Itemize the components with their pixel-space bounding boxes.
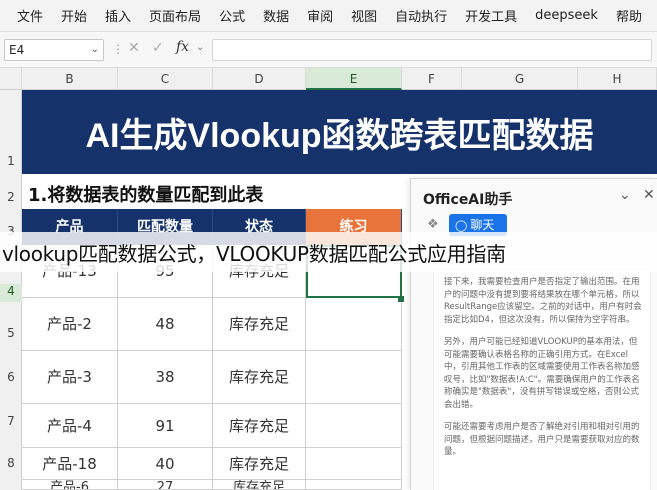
menu-deepseek[interactable]: deepseek <box>526 8 607 23</box>
menu-page-layout[interactable]: 页面布局 <box>140 6 210 25</box>
row-header-4[interactable]: 4 <box>0 284 22 302</box>
table-cell[interactable]: 产品-6 <box>22 480 118 490</box>
row-header-8[interactable]: 8 <box>0 456 22 470</box>
tab-chat-label: 聊天 <box>470 218 495 232</box>
table-cell[interactable]: 产品-2 <box>22 298 118 351</box>
menu-developer[interactable]: 开发工具 <box>456 6 526 25</box>
confirm-check-icon[interactable]: ✓ <box>152 40 164 56</box>
menu-home[interactable]: 开始 <box>52 6 96 25</box>
table-cell[interactable] <box>306 404 402 448</box>
row-header-6[interactable]: 6 <box>0 370 22 384</box>
chevron-down-icon[interactable]: ⌄ <box>619 187 631 203</box>
table-cell[interactable]: 库存充足 <box>213 480 306 490</box>
title-banner[interactable]: AI生成Vlookup函数跨表匹配数据 <box>22 90 657 174</box>
cancel-icon[interactable]: ✕ <box>128 40 140 56</box>
table-cell[interactable]: 库存充足 <box>213 298 306 351</box>
menu-file[interactable]: 文件 <box>8 6 52 25</box>
column-header-b[interactable]: B <box>22 68 118 90</box>
menu-help[interactable]: 帮助 <box>607 6 651 25</box>
column-header: B C D E F G H <box>0 68 657 90</box>
vertical-dots-icon: ⋮ <box>112 42 124 56</box>
row-header: 1 2 3 4 5 6 7 8 <box>0 90 22 490</box>
menu-view[interactable]: 视图 <box>342 6 386 25</box>
table-cell[interactable]: 产品-4 <box>22 404 118 448</box>
caption-text: vlookup匹配数据公式，VLOOKUP数据匹配公式应用指南 <box>2 241 506 266</box>
cube-icon[interactable]: ❖ <box>427 217 439 232</box>
caption-overlay: vlookup匹配数据公式，VLOOKUP数据匹配公式应用指南 <box>0 232 657 272</box>
table-cell[interactable]: 40 <box>118 448 213 480</box>
column-header-f[interactable]: F <box>402 68 462 90</box>
chat-message: 可能还需要考虑用户是否了解绝对引用和相对引用的问题，但根据问题描述，用户只是需要… <box>444 422 640 457</box>
table-cell[interactable] <box>306 448 402 480</box>
column-header-e[interactable]: E <box>306 68 402 90</box>
section-title[interactable]: 1.将数据表的数量匹配到此表 <box>28 181 263 207</box>
fill-handle[interactable] <box>398 296 404 302</box>
chat-message: 另外，用户可能已经知道VLOOKUP的基本用法，但可能需要确认表格名称的正确引用… <box>444 337 640 410</box>
table-cell[interactable]: 27 <box>118 480 213 490</box>
panel-title: OfficeAI助手 <box>423 192 513 208</box>
table-cell[interactable] <box>306 298 402 351</box>
row-header-7[interactable]: 7 <box>0 414 22 428</box>
name-box[interactable]: E4 ⌄ <box>4 39 104 61</box>
menu-automate[interactable]: 自动执行 <box>386 6 456 25</box>
column-header-c[interactable]: C <box>118 68 213 90</box>
select-all-corner[interactable] <box>0 68 22 90</box>
close-icon[interactable]: ✕ <box>643 187 655 203</box>
formula-bar: E4 ⌄ ⋮ ✕ ✓ fx ⌄ <box>0 32 657 68</box>
chat-bubble-icon: ◯ <box>455 219 468 232</box>
menu-bar: 文件 开始 插入 页面布局 公式 数据 审阅 视图 自动执行 开发工具 deep… <box>0 0 657 32</box>
menu-review[interactable]: 审阅 <box>298 6 342 25</box>
table-cell[interactable]: 库存充足 <box>213 448 306 480</box>
chat-message-area[interactable]: 接下来，我需要检查用户是否指定了输出范围。在用户的问题中没有提到要将结果放在哪个… <box>433 269 651 490</box>
banner-title: AI生成Vlookup函数跨表匹配数据 <box>85 116 594 155</box>
menu-data[interactable]: 数据 <box>254 6 298 25</box>
officeai-assistant-panel: OfficeAI助手 ⌄ ✕ ❖ ◯ 聊天 接下来，我需要检查用户是否指定了输出范… <box>410 178 657 490</box>
table-cell[interactable]: 库存充足 <box>213 404 306 448</box>
column-header-g[interactable]: G <box>462 68 578 90</box>
menu-formulas[interactable]: 公式 <box>210 6 254 25</box>
menu-insert[interactable]: 插入 <box>96 6 140 25</box>
column-header-h[interactable]: H <box>578 68 657 90</box>
insert-function-button[interactable]: fx <box>176 39 189 55</box>
formula-input[interactable] <box>212 39 652 61</box>
row-header-1[interactable]: 1 <box>0 154 22 168</box>
table-cell[interactable]: 38 <box>118 351 213 404</box>
table-cell[interactable]: 91 <box>118 404 213 448</box>
row-header-2[interactable]: 2 <box>0 190 22 204</box>
table-cell[interactable] <box>306 480 402 490</box>
table-cell[interactable]: 库存充足 <box>213 351 306 404</box>
chat-message: 接下来，我需要检查用户是否指定了输出范围。在用户的问题中没有提到要将结果放在哪个… <box>444 277 642 325</box>
name-box-value: E4 <box>9 43 25 57</box>
table-cell[interactable] <box>306 351 402 404</box>
chevron-down-icon[interactable]: ⌄ <box>196 42 204 53</box>
table-cell[interactable]: 48 <box>118 298 213 351</box>
column-header-d[interactable]: D <box>213 68 306 90</box>
chevron-down-icon[interactable]: ⌄ <box>91 40 99 60</box>
row-header-5[interactable]: 5 <box>0 326 22 340</box>
table-cell[interactable]: 产品-3 <box>22 351 118 404</box>
table-cell[interactable]: 产品-18 <box>22 448 118 480</box>
